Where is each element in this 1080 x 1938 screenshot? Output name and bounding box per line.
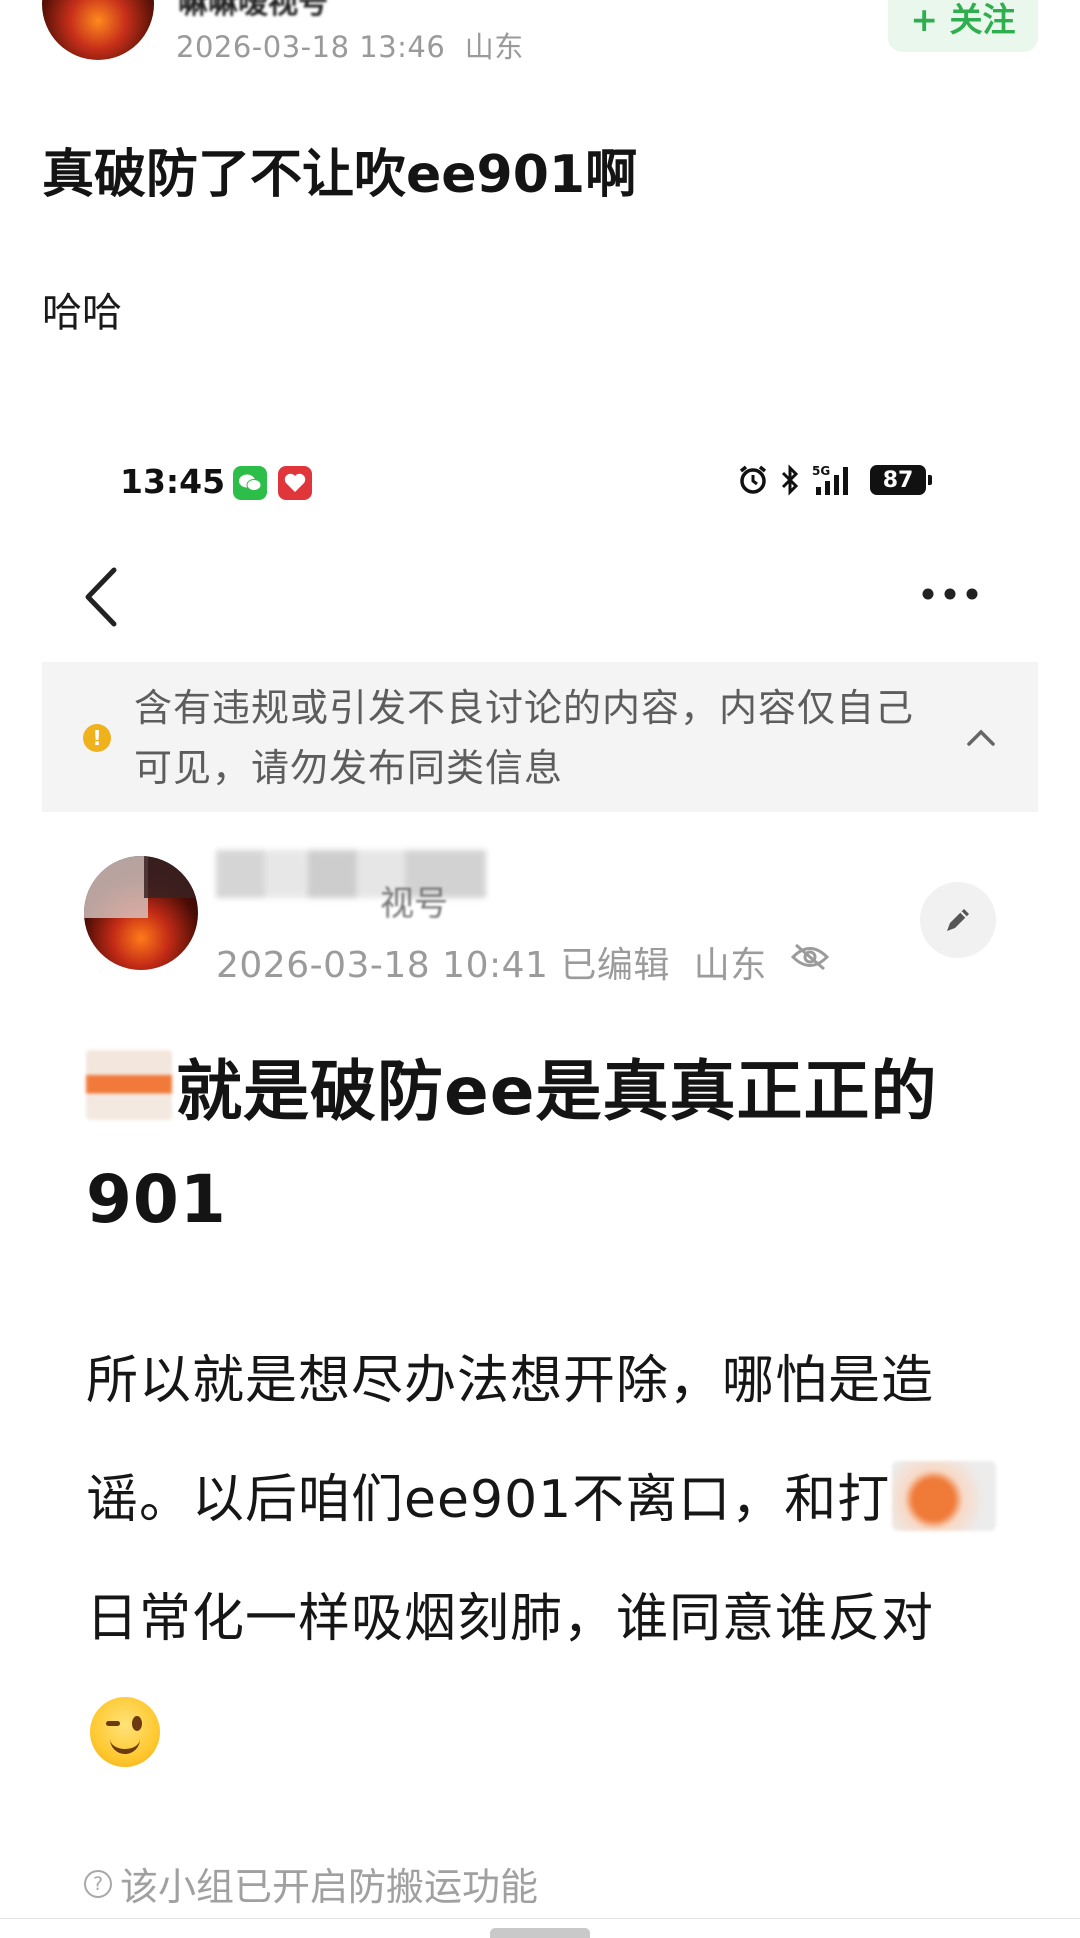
inner-post-body-part1: 所以就是想尽办法想开除，哪怕是造谣。以后咱们ee901不离口，和打 [86, 1351, 935, 1530]
bluetooth-icon [781, 464, 799, 496]
outer-post-location: 山东 [464, 30, 524, 64]
inner-post-body: 所以就是想尽办法想开除，哪怕是造谣。以后咱们ee901不离口，和打日常化一样吸烟… [86, 1322, 1006, 1798]
exclamation-icon: ! [83, 724, 111, 752]
home-indicator [490, 1928, 590, 1938]
inner-author-avatar[interactable] [84, 856, 198, 970]
svg-text:5G: 5G [812, 464, 830, 478]
outer-post-body: 哈哈 [42, 290, 122, 336]
chevron-up-icon[interactable] [966, 728, 996, 748]
more-options-icon[interactable] [918, 576, 982, 612]
blurred-sticker [86, 1050, 172, 1120]
edit-pencil-button[interactable] [920, 882, 996, 958]
back-arrow-icon[interactable] [78, 562, 128, 632]
inner-post-title-text: 就是破防ee是真真正正的901 [86, 1053, 938, 1238]
anti-repost-note-text: 该小组已开启防搬运功能 [120, 1865, 539, 1909]
eye-off-icon [790, 942, 830, 972]
outer-post-timestamp: 2026-03-18 13:46 [176, 30, 446, 64]
red-app-notification-icon [278, 466, 312, 500]
divider [0, 1918, 1080, 1919]
pencil-icon [947, 909, 969, 931]
outer-author-avatar[interactable] [42, 0, 154, 60]
status-bar-icons: 5G 87 [736, 460, 932, 500]
wechat-notification-icon [233, 466, 267, 500]
inner-post-timestamp: 2026-03-18 10:41 [216, 945, 549, 986]
follow-button[interactable]: + 关注 [888, 0, 1038, 52]
edited-label: 已编辑 [560, 945, 670, 986]
battery-icon: 87 [870, 465, 932, 495]
inner-post-title: 就是破防ee是真真正正的901 [86, 1038, 1006, 1254]
violation-notice-text: 含有违规或引发不良讨论的内容，内容仅自己可见，请勿发布同类信息 [134, 686, 915, 790]
outer-post-meta: 2026-03-18 13:46 山东 [176, 24, 524, 66]
alarm-icon [739, 465, 767, 494]
blurred-sticker [892, 1461, 997, 1531]
outer-post-title: 真破防了不让吹ee901啊 [42, 145, 638, 205]
status-bar-time: 13:45 [120, 462, 226, 501]
inner-post-body-part2: 日常化一样吸烟刻肺，谁同意谁反对 [86, 1589, 935, 1649]
wink-emoji-icon [90, 1697, 160, 1767]
question-icon: ? [84, 1869, 112, 1898]
signal-5g-icon: 5G [812, 464, 848, 495]
inner-author-name-tail: 视号 [380, 884, 448, 924]
inner-post-location: 山东 [693, 945, 767, 986]
inner-post-meta: 2026-03-18 10:41 已编辑 山东 [216, 936, 767, 988]
outer-author-name[interactable]: 嘛嘛嗳视号 [178, 0, 328, 22]
anti-repost-note: ? 该小组已开启防搬运功能 [84, 1856, 538, 1911]
